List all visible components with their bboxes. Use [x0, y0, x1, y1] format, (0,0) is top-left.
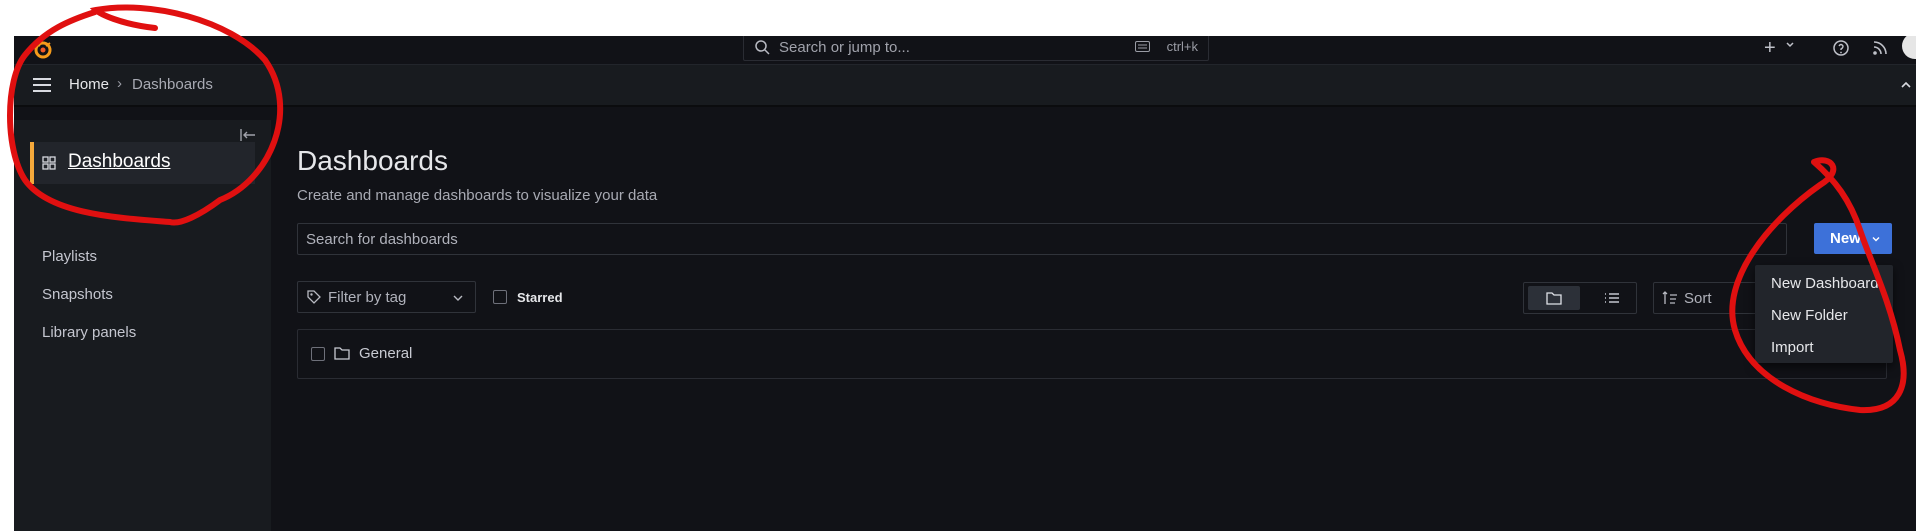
active-indicator: [30, 142, 34, 184]
breadcrumb-bar: Home › Dashboards: [14, 64, 1916, 107]
chevron-down-icon: [453, 295, 463, 301]
top-bar: Search or jump to... ctrl+k +: [14, 36, 1916, 63]
filter-placeholder: Filter by tag: [328, 289, 407, 306]
list-view-icon[interactable]: [1604, 291, 1620, 305]
search-bar[interactable]: Search or jump to... ctrl+k: [743, 36, 1209, 61]
page-subtitle: Create and manage dashboards to visualiz…: [297, 187, 658, 204]
sidebar-item-playlists[interactable]: Playlists: [42, 248, 97, 265]
folder-name: General: [359, 345, 413, 362]
help-icon[interactable]: [1832, 39, 1850, 57]
search-placeholder: Search or jump to...: [779, 39, 910, 56]
sidebar-item-label: Dashboards: [68, 151, 171, 172]
starred-checkbox[interactable]: [493, 290, 507, 304]
view-toggle: [1523, 282, 1637, 314]
new-dropdown-menu: New Dashboard New Folder Import: [1755, 265, 1893, 363]
new-button[interactable]: New: [1814, 223, 1892, 254]
keyboard-icon: [1135, 41, 1150, 52]
new-button-label: New: [1830, 230, 1861, 247]
grafana-logo-icon[interactable]: [32, 39, 54, 61]
shortcut-hint: ctrl+k: [1166, 39, 1198, 54]
sidebar-item-dashboards[interactable]: Dashboards: [30, 142, 255, 184]
breadcrumb-separator: ›: [117, 75, 122, 92]
menu-icon[interactable]: [32, 77, 52, 93]
menu-item-new-dashboard[interactable]: New Dashboard: [1771, 275, 1879, 292]
chevron-down-icon: [1872, 237, 1880, 242]
menu-item-import[interactable]: Import: [1771, 339, 1814, 356]
starred-label: Starred: [517, 290, 563, 305]
dashboard-search-input[interactable]: Search for dashboards: [297, 223, 1787, 255]
folder-view-icon: [1546, 292, 1562, 305]
search-icon: [755, 40, 770, 55]
breadcrumb-current: Dashboards: [132, 76, 213, 93]
apps-grid-icon: [42, 156, 56, 170]
breadcrumb-home[interactable]: Home: [69, 76, 109, 93]
tag-filter-select[interactable]: Filter by tag: [297, 281, 476, 313]
page-title: Dashboards: [297, 145, 448, 176]
tag-icon: [307, 290, 321, 304]
user-avatar[interactable]: [1902, 36, 1916, 59]
menu-item-new-folder[interactable]: New Folder: [1771, 307, 1848, 324]
rss-news-icon[interactable]: [1871, 39, 1889, 57]
folder-row-general[interactable]: General: [297, 329, 1887, 379]
sort-icon: [1662, 291, 1677, 304]
chevron-up-icon[interactable]: [1900, 80, 1912, 90]
chevron-down-icon[interactable]: [1785, 40, 1795, 50]
folder-icon: [334, 347, 350, 360]
sidebar: Dashboards Playlists Snapshots Library p…: [14, 120, 271, 531]
search-placeholder: Search for dashboards: [306, 231, 458, 248]
sidebar-item-snapshots[interactable]: Snapshots: [42, 286, 113, 303]
sidebar-item-library-panels[interactable]: Library panels: [42, 324, 136, 341]
folder-checkbox[interactable]: [311, 347, 325, 361]
sort-placeholder: Sort: [1684, 290, 1712, 307]
add-button[interactable]: +: [1764, 37, 1776, 60]
undock-menu-icon[interactable]: [240, 128, 256, 142]
